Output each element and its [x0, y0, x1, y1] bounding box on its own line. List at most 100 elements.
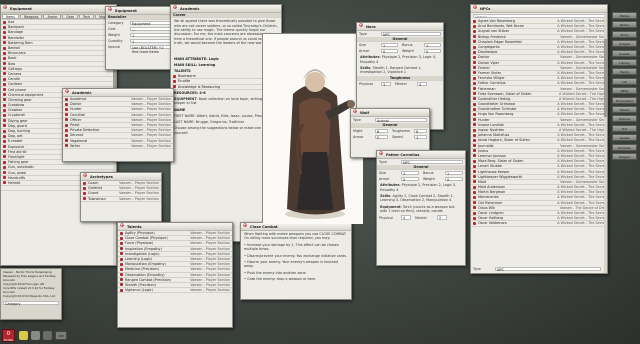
- sidebar-button-modules[interactable]: Modules: [612, 143, 637, 151]
- sidebar-button-tokens[interactable]: Tokens: [612, 106, 637, 113]
- mental-label: Mental: [395, 82, 407, 86]
- record-icon: [3, 67, 6, 71]
- item-field-value[interactable]: Equipment: [130, 20, 172, 26]
- item-field-value[interactable]: Use (BOLSTER) +2 find more items: [130, 44, 172, 54]
- record-icon: [3, 176, 6, 180]
- stat-field: Armor 0: [357, 48, 400, 54]
- chat-line: Released by Free League and Fantasy Grou…: [3, 274, 56, 282]
- die-d6-icon[interactable]: [31, 331, 40, 340]
- archetypes-window[interactable]: ✠ Academic Academic Vaesen - Player Secti…: [62, 88, 174, 162]
- gm-button[interactable]: GM: [55, 331, 67, 340]
- sidebar-button-players[interactable]: Players: [612, 153, 637, 160]
- record-icon: [473, 154, 476, 158]
- equipment-tabs[interactable]: Items Weapons Armor Gear Tech Magic: [1, 13, 116, 20]
- skills-window[interactable]: ✠ Talents Agility (Physique) Vaesen - Pla…: [117, 222, 233, 328]
- record-icon: [473, 29, 476, 33]
- npc-icon: ✠: [379, 151, 384, 157]
- record-icon: [3, 51, 6, 55]
- stat-value[interactable]: 1: [381, 42, 398, 48]
- physical-label: Physical: [359, 82, 373, 86]
- item-field-value[interactable]: 1: [130, 38, 172, 44]
- list-item-label: Mara Berg, Sister of Sixten: [478, 159, 524, 164]
- close-combat-intro: When fighting with melee weapons you use…: [244, 232, 347, 241]
- stat-value[interactable]: 1: [424, 42, 441, 48]
- stat-value[interactable]: 0: [375, 134, 388, 140]
- tab-armor[interactable]: Armor: [43, 14, 62, 19]
- father-physical-value[interactable]: 4: [401, 215, 411, 220]
- list-item-source: Vaesen - Gamemaster Sec: [560, 86, 605, 91]
- stat-value[interactable]: 1: [414, 134, 427, 140]
- father-type-value[interactable]: NPC: [401, 159, 463, 165]
- father-mental-value[interactable]: 5: [437, 215, 447, 220]
- list-item[interactable]: Vigilance (Logic) Vaesen - Player Section: [118, 288, 232, 294]
- npc-filter-type[interactable]: NPC: [495, 266, 601, 272]
- sidebar-button-story[interactable]: Story: [612, 30, 637, 38]
- list-item-source: A Wicked Secret - The Secre: [557, 122, 605, 127]
- sidebar-button-quests[interactable]: Quests: [612, 49, 637, 57]
- archetype-icon: ✠: [65, 89, 70, 95]
- father-sheet-window[interactable]: ✠ Father Cornelius Type NPC General Size 1…: [376, 150, 466, 266]
- npc-portrait[interactable]: [262, 33, 363, 224]
- tab-weapons[interactable]: Weapons: [19, 14, 43, 19]
- list-item-source: A Wicked Secret - The Secre: [557, 211, 605, 216]
- die-d6-icon[interactable]: [43, 331, 52, 340]
- equipment-item-window[interactable]: ✠ Equipment Bandolier Category Equipment C…: [105, 6, 175, 70]
- item-field-value[interactable]: —: [130, 26, 172, 32]
- sidebar-button-ext[interactable]: Ext: [612, 124, 637, 132]
- scrollbar[interactable]: [604, 13, 607, 273]
- record-icon: [3, 88, 6, 92]
- sidebar-button-tables[interactable]: Tables: [612, 12, 637, 19]
- list-item-label: Townsman: [88, 196, 106, 201]
- record-icon: [65, 107, 68, 111]
- list-item-source: A Wicked Secret - The Secre: [557, 190, 605, 195]
- die-d6-icon[interactable]: [19, 331, 28, 340]
- stat-label: Size: [379, 171, 386, 176]
- item-icon: ✠: [108, 7, 113, 13]
- stat-value[interactable]: 0: [381, 48, 398, 54]
- chat-input[interactable]: Category: [3, 300, 59, 306]
- stat-value[interactable]: 0: [401, 176, 419, 182]
- sidebar-button-options[interactable]: Options: [612, 115, 637, 123]
- record-icon: [120, 267, 123, 271]
- close-combat-window[interactable]: ✠ Close Combat When fighting with melee …: [240, 222, 352, 300]
- tab-items[interactable]: Items: [2, 14, 19, 19]
- list-item-label: Bishop Frederick: [478, 34, 506, 39]
- stat-value[interactable]: 0: [424, 48, 441, 54]
- creature-icon: ✠: [353, 109, 358, 115]
- list-item[interactable]: Writer Vaesen - Player Section: [63, 144, 173, 149]
- wolf-type-value[interactable]: Animal: [375, 117, 427, 123]
- sidebar-button-assets[interactable]: Assets: [612, 134, 637, 142]
- stat-value[interactable]: 1: [401, 170, 419, 176]
- sidebar-button-items[interactable]: Items: [612, 68, 637, 76]
- sidebar-button-library[interactable]: Library: [612, 59, 637, 66]
- list-item[interactable]: Townsman Vaesen - Player Section: [81, 197, 161, 202]
- modifier-box[interactable]: 0 Modifier: [2, 329, 15, 342]
- sidebar-button-npcs[interactable]: NPCs: [612, 87, 637, 95]
- stat-value[interactable]: 0: [445, 176, 463, 182]
- list-item-label: Ingvar Nyström: [478, 128, 505, 133]
- item-field-value[interactable]: 1: [130, 32, 172, 38]
- list-item-label: Manipulation (Empathy): [125, 262, 166, 267]
- tab-tech[interactable]: Tech: [78, 14, 95, 19]
- sidebar-button-lib[interactable]: Lib: [612, 77, 637, 85]
- tab-gear[interactable]: Gear: [62, 14, 78, 19]
- small-list-window[interactable]: ✠ Archetypes Coach Vaesen - Player Sectio…: [80, 172, 162, 222]
- stat-value[interactable]: 6: [414, 128, 427, 134]
- sidebar-button-notes[interactable]: Notes: [612, 21, 637, 29]
- stat-value[interactable]: 6: [375, 128, 388, 134]
- mental-value[interactable]: 3: [417, 81, 427, 87]
- type-value[interactable]: NPC: [381, 31, 441, 37]
- npc-search-input[interactable]: Search: [473, 13, 605, 19]
- record-icon: [473, 81, 476, 85]
- chat-window[interactable]: Vaesen - Nordic Horror Roleplaying Releas…: [0, 268, 62, 320]
- list-item[interactable]: Oscar Valdemars A Wicked Secret - The Sec…: [471, 221, 607, 227]
- record-icon: [3, 36, 6, 40]
- sidebar-button-images[interactable]: Images: [612, 40, 637, 48]
- equipment-list-titlebar[interactable]: ✠ Equipment: [1, 5, 116, 13]
- npc-list-window[interactable]: ✠ NPCs Search Agnes Von Rosenberg A Wicke…: [470, 4, 608, 274]
- sidebar-button-encounters[interactable]: Encounters: [612, 96, 637, 104]
- stat-value[interactable]: 1: [445, 170, 463, 176]
- physical-value[interactable]: 3: [381, 81, 391, 87]
- record-icon: [473, 76, 476, 80]
- record-icon: [120, 262, 123, 266]
